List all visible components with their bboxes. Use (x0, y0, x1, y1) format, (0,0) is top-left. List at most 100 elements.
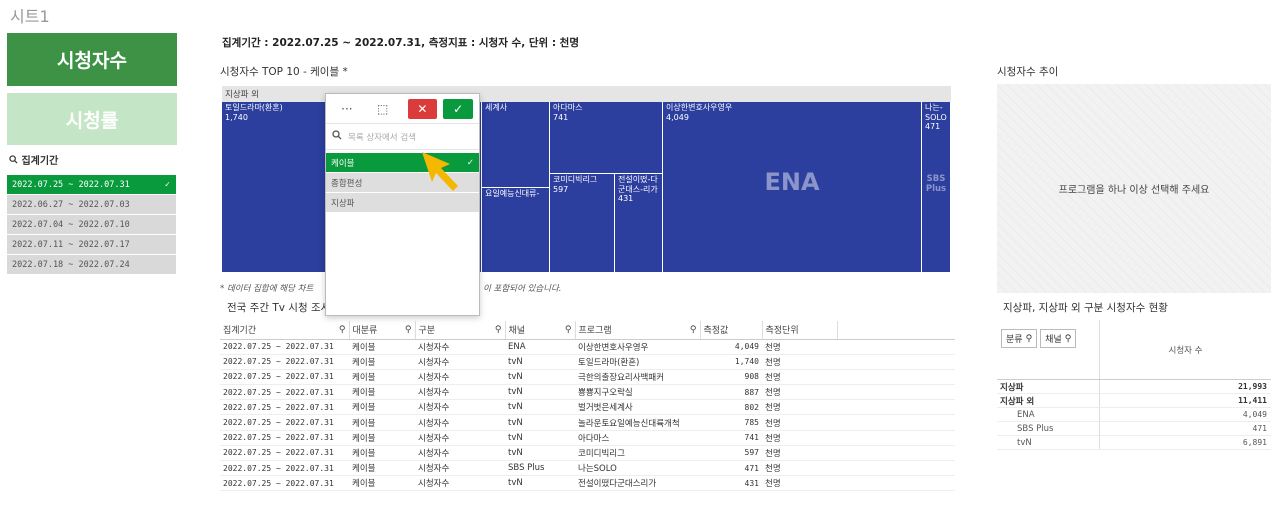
trend-chart-placeholder: 프로그램을 하나 이상 선택해 주세요 (997, 84, 1271, 293)
column-header[interactable]: 집계기간 ⚲ (220, 321, 350, 340)
table-cell: 2022.07.25 ~ 2022.07.31 (220, 430, 349, 446)
column-header[interactable]: 채널 ⚲ (505, 321, 576, 340)
period-item[interactable]: 2022.07.11 ~ 2022.07.17 (7, 235, 176, 254)
popup-toolbar: ··· ⬚ ✕ ✓ (326, 94, 479, 124)
table-cell: 케이블 (349, 460, 415, 477)
pivot-row-value: 21,993 (1238, 382, 1267, 391)
table-cell: 놀라운토요일예능신대륙개척 (575, 414, 700, 431)
table-cell: 전설이떴다군대스리가 (575, 475, 700, 492)
pivot-row[interactable]: ENA 4,049 (997, 408, 1271, 422)
table-cell: 케이블 (349, 430, 415, 446)
table-cell: 2022.07.25 ~ 2022.07.31 (220, 369, 349, 386)
search-icon[interactable]: ⚲ (405, 325, 412, 335)
pivot-row-value: 471 (1252, 424, 1267, 433)
period-item[interactable]: 2022.07.04 ~ 2022.07.10 (7, 215, 176, 234)
treemap-cell[interactable]: 전설이떴-다군대스-리가 431 (615, 174, 663, 273)
table-row[interactable]: 2022.07.25 ~ 2022.07.31 케이블 시청자수 tvN 극한의출장요리… (220, 369, 955, 386)
pivot-row[interactable]: 지상파 21,993 (997, 380, 1271, 394)
table-cell-empty (837, 445, 955, 462)
table-cell: 나는SOLO (575, 460, 700, 477)
table-cell: 시청자수 (415, 399, 505, 416)
table-cell: 887 (700, 384, 762, 401)
chart-note: * 데이터 집합에 해당 차트 (220, 284, 314, 294)
pivot-row-value: 6,891 (1242, 438, 1267, 447)
treemap-cell[interactable]: 나는-SOLO 471 SBS Plus (922, 102, 951, 273)
table-cell: tvN (505, 354, 575, 370)
listbox-popup: ··· ⬚ ✕ ✓ 목록 상자에서 검색 케이블 ✓ 종합편성 지상파 (325, 93, 480, 316)
table-cell: 케이블 (349, 339, 415, 355)
table-cell-empty (837, 430, 955, 446)
table-row[interactable]: 2022.07.25 ~ 2022.07.31 케이블 시청자수 tvN 전설이떴다군대… (220, 475, 955, 492)
search-icon[interactable]: ⚲ (339, 325, 346, 335)
pivot-row[interactable]: 지상파 외 11,411 (997, 394, 1271, 408)
nav-ratings-button[interactable]: 시청률 (7, 93, 177, 145)
table-row[interactable]: 2022.07.25 ~ 2022.07.31 케이블 시청자수 tvN 코미디빅리그 5… (220, 445, 955, 462)
table-cell: 2022.07.25 ~ 2022.07.31 (220, 384, 349, 401)
table-row[interactable]: 2022.07.25 ~ 2022.07.31 케이블 시청자수 tvN 토일드라마(환… (220, 354, 955, 370)
table-cell: 아다마스 (575, 430, 700, 446)
summary-header: 집계기간 : 2022.07.25 ~ 2022.07.31, 측정지표 : 시… (222, 37, 579, 49)
treemap-cell[interactable]: 아다마스 741 (550, 102, 663, 174)
treemap-cell[interactable]: 요일예능신대류- (482, 188, 550, 273)
check-icon: ✓ (164, 179, 170, 190)
data-table-wrapper: 집계기간 ⚲ 대분류 ⚲ 구분 ⚲ 채널 ⚲ 프로그램 ⚲ 측정값 측정단위 2022.0… (220, 321, 955, 492)
table-cell: 천명 (762, 339, 837, 355)
pivot-row-value: 11,411 (1238, 396, 1267, 405)
column-header[interactable]: 측정단위 (762, 321, 838, 340)
pivot-row[interactable]: tvN 6,891 (997, 436, 1271, 450)
search-icon[interactable]: ⚲ (495, 325, 502, 335)
table-body: 2022.07.25 ~ 2022.07.31 케이블 시청자수 ENA 이상한변호사우… (220, 339, 955, 492)
table-row[interactable]: 2022.07.25 ~ 2022.07.31 케이블 시청자수 ENA 이상한변호사우… (220, 339, 955, 355)
search-icon[interactable]: ⚲ (565, 325, 572, 335)
treemap-cell[interactable]: 세계사 (482, 102, 550, 188)
confirm-selection-button[interactable]: ✓ (443, 98, 473, 119)
table-cell: tvN (505, 399, 575, 416)
table-cell: 시청자수 (415, 414, 505, 431)
pointer-arrow-icon (420, 150, 462, 198)
table-cell: 시청자수 (415, 369, 505, 386)
table-cell: tvN (505, 430, 575, 446)
table-cell: 코미디빅리그 (575, 445, 700, 462)
selection-tool-button[interactable]: ⬚ (368, 99, 398, 119)
period-item[interactable]: 2022.07.25 ~ 2022.07.31 ✓ (7, 175, 176, 194)
table-cell-empty (837, 369, 955, 386)
table-row[interactable]: 2022.07.25 ~ 2022.07.31 케이블 시청자수 tvN 벌거벗은세계사… (220, 399, 955, 416)
table-cell: 천명 (762, 384, 837, 401)
close-icon: ✕ (417, 101, 428, 116)
period-filter-label[interactable]: 집계기간 (9, 152, 58, 167)
period-filter-title: 집계기간 (21, 156, 59, 167)
table-cell: 천명 (762, 354, 837, 370)
table-row[interactable]: 2022.07.25 ~ 2022.07.31 케이블 시청자수 tvN 놀라운토요일예… (220, 414, 955, 431)
search-icon[interactable]: ⚲ (690, 325, 697, 335)
table-cell: tvN (505, 445, 575, 462)
column-header[interactable]: 프로그램 ⚲ (575, 321, 701, 340)
treemap-cell[interactable]: 이상한변호사우영우 4,049 ENA (663, 102, 922, 273)
more-options-button[interactable]: ··· (332, 99, 362, 119)
table-row[interactable]: 2022.07.25 ~ 2022.07.31 케이블 시청자수 SBS Plus 나는… (220, 460, 955, 477)
treemap-title: 시청자수 TOP 10 - 케이블 * (220, 66, 348, 78)
nav-viewers-button[interactable]: 시청자수 (7, 33, 177, 86)
pivot-row-label: 지상파 (997, 380, 1100, 393)
pivot-channel-button[interactable]: 채널 ⚲ (1040, 329, 1077, 348)
table-cell: 597 (700, 445, 762, 462)
table-cell: 케이블 (349, 354, 415, 370)
table-row[interactable]: 2022.07.25 ~ 2022.07.31 케이블 시청자수 tvN 아다마스 741… (220, 430, 955, 446)
table-cell: 극한의출장요리사백패커 (575, 369, 700, 386)
table-cell: 케이블 (349, 384, 415, 401)
column-header[interactable]: 대분류 ⚲ (349, 321, 416, 340)
cancel-selection-button[interactable]: ✕ (407, 98, 438, 119)
pivot-category-button[interactable]: 분류 ⚲ (1001, 329, 1038, 348)
trend-title: 시청자수 추이 (997, 66, 1059, 78)
treemap-cell[interactable]: 코미디빅리그 597 (550, 174, 615, 273)
pivot-column-header: 시청자 수 (1168, 345, 1203, 356)
column-header[interactable]: 측정값 (700, 321, 763, 340)
table-cell: 천명 (762, 430, 837, 446)
check-icon: ✓ (453, 101, 464, 116)
table-row[interactable]: 2022.07.25 ~ 2022.07.31 케이블 시청자수 tvN 뿅뿅지구오락실… (220, 384, 955, 401)
pivot-row[interactable]: SBS Plus 471 (997, 422, 1271, 436)
column-header[interactable]: 구분 ⚲ (415, 321, 506, 340)
pivot-title: 지상파, 지상파 외 구분 시청자수 현황 (1003, 302, 1168, 314)
period-item[interactable]: 2022.07.18 ~ 2022.07.24 (7, 255, 176, 274)
period-item[interactable]: 2022.06.27 ~ 2022.07.03 (7, 195, 176, 214)
popup-search-field[interactable]: 목록 상자에서 검색 (326, 124, 479, 150)
